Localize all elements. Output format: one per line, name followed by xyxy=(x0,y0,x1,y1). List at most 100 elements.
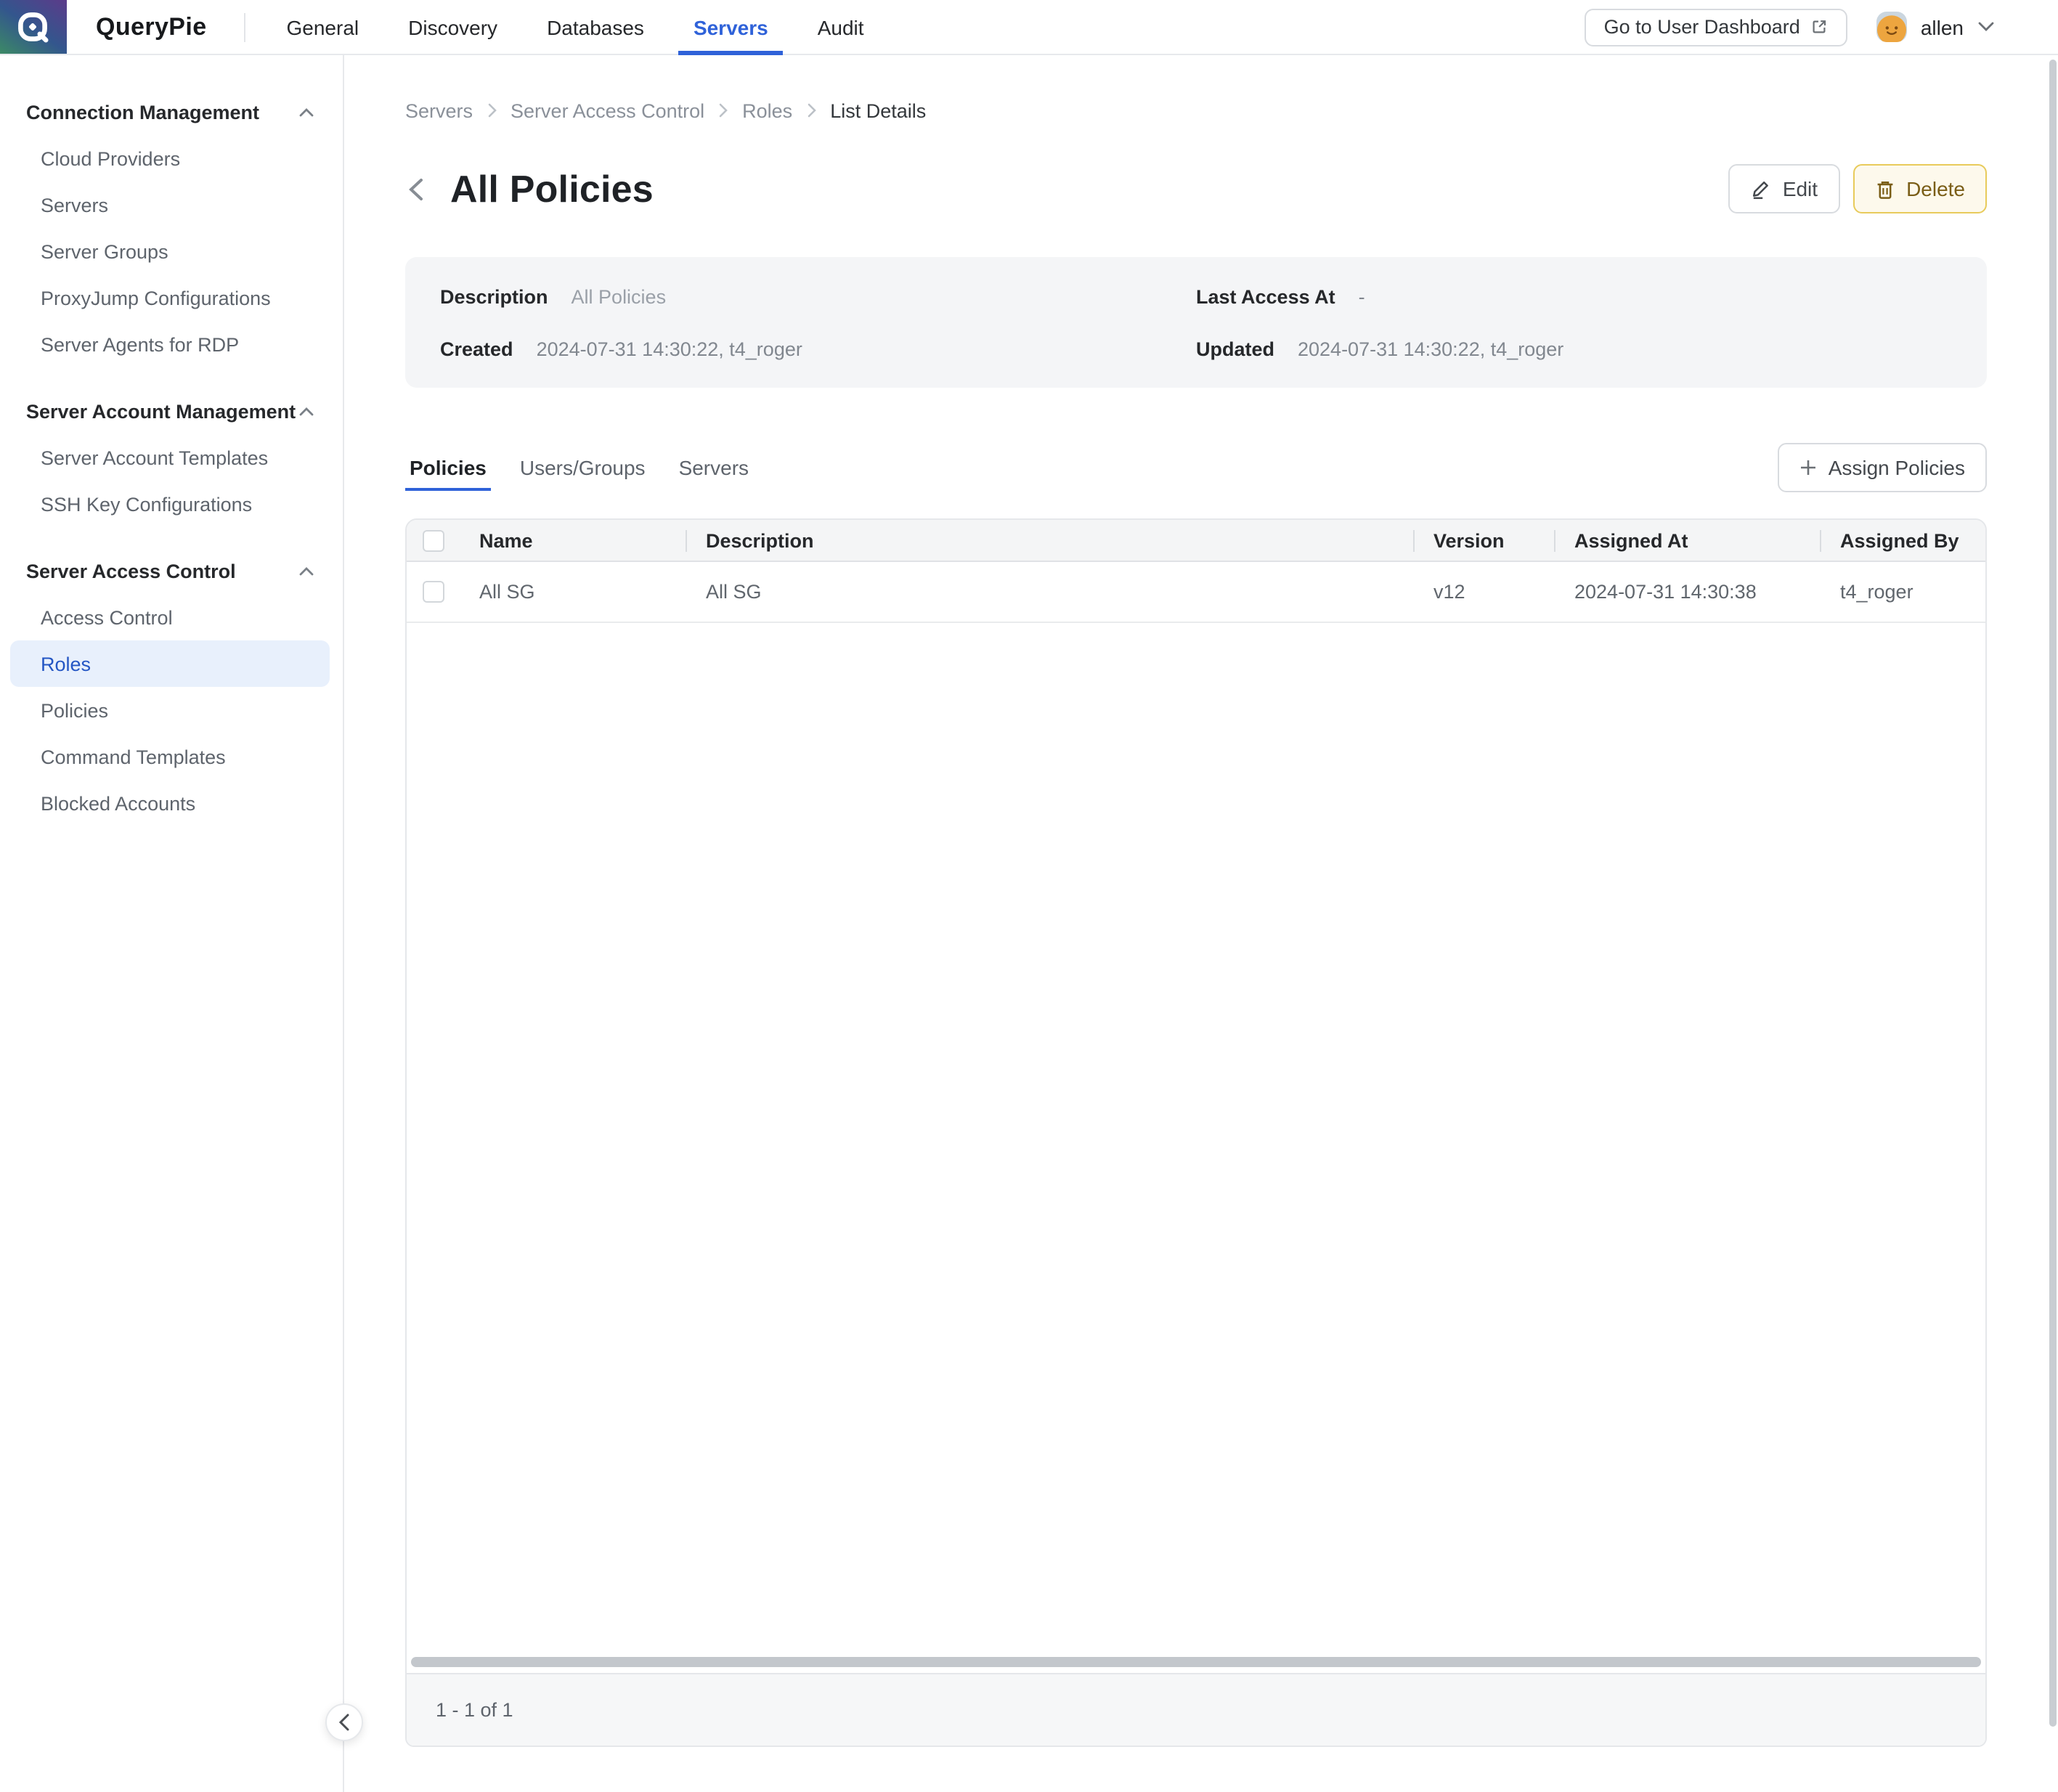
table-empty-area xyxy=(407,623,1985,1657)
row-version: v12 xyxy=(1413,562,1554,622)
column-header-version[interactable]: Version xyxy=(1413,520,1554,561)
nav-item-audit[interactable]: Audit xyxy=(818,0,864,54)
detail-description: Description All Policies xyxy=(440,282,1196,311)
sidebar-header-connection-management[interactable]: Connection Management xyxy=(0,97,343,126)
edit-button[interactable]: Edit xyxy=(1729,164,1839,213)
sidebar: Connection Management Cloud Providers Se… xyxy=(0,55,344,1792)
table-footer: 1 - 1 of 1 xyxy=(407,1673,1985,1746)
tabs: Policies Users/Groups Servers xyxy=(405,443,753,491)
row-assigned-by: t4_roger xyxy=(1820,562,1985,622)
back-button[interactable] xyxy=(405,170,437,208)
brand-title: QueryPie xyxy=(96,12,207,41)
sidebar-section-server-access-control: Server Access Control Access Control Rol… xyxy=(0,556,343,826)
breadcrumb-roles[interactable]: Roles xyxy=(742,99,792,121)
delete-button[interactable]: Delete xyxy=(1852,164,1987,213)
chevron-right-icon xyxy=(807,103,816,118)
back-icon xyxy=(405,176,426,201)
pencil-icon xyxy=(1751,178,1771,200)
nav-item-databases[interactable]: Databases xyxy=(547,0,644,54)
header-checkbox-cell xyxy=(407,520,462,561)
sidebar-header-label: Server Access Control xyxy=(26,560,236,582)
row-checkbox-cell xyxy=(407,562,462,622)
nav-item-servers[interactable]: Servers xyxy=(694,0,768,54)
sidebar-section-server-account-management: Server Account Management Server Account… xyxy=(0,396,343,527)
edit-button-label: Edit xyxy=(1783,177,1818,200)
table-row[interactable]: All SG All SG v12 2024-07-31 14:30:38 t4… xyxy=(407,562,1985,623)
updated-value: 2024-07-31 14:30:22, t4_roger xyxy=(1298,338,1563,359)
column-header-name[interactable]: Name xyxy=(462,520,686,561)
nav-item-discovery[interactable]: Discovery xyxy=(408,0,497,54)
sidebar-item-command-templates[interactable]: Command Templates xyxy=(0,733,343,780)
assign-policies-button[interactable]: Assign Policies xyxy=(1778,442,1987,492)
user-name[interactable]: allen xyxy=(1921,15,1964,38)
updated-label: Updated xyxy=(1196,338,1274,359)
sidebar-item-proxyjump-configurations[interactable]: ProxyJump Configurations xyxy=(0,274,343,321)
breadcrumb-servers[interactable]: Servers xyxy=(405,99,473,121)
chevron-up-icon xyxy=(299,566,314,576)
sidebar-item-policies[interactable]: Policies xyxy=(0,687,343,733)
description-label: Description xyxy=(440,285,548,307)
chevron-up-icon xyxy=(299,406,314,416)
go-to-user-dashboard-button[interactable]: Go to User Dashboard xyxy=(1585,8,1848,46)
horizontal-scrollbar-thumb[interactable] xyxy=(411,1657,1981,1667)
detail-updated: Updated 2024-07-31 14:30:22, t4_roger xyxy=(1196,334,1952,363)
plus-icon xyxy=(1799,458,1817,476)
sidebar-item-server-agents-for-rdp[interactable]: Server Agents for RDP xyxy=(0,321,343,367)
last-access-value: - xyxy=(1359,285,1365,307)
avatar[interactable] xyxy=(1877,12,1908,42)
horizontal-scrollbar[interactable] xyxy=(411,1657,1981,1667)
sidebar-item-server-account-templates[interactable]: Server Account Templates xyxy=(0,434,343,481)
sidebar-item-blocked-accounts[interactable]: Blocked Accounts xyxy=(0,780,343,826)
nav-item-general[interactable]: General xyxy=(287,0,359,54)
breadcrumb-list-details: List Details xyxy=(830,99,926,121)
sidebar-item-cloud-providers[interactable]: Cloud Providers xyxy=(0,135,343,182)
column-header-assigned-by[interactable]: Assigned By xyxy=(1820,520,1985,561)
chevron-right-icon xyxy=(719,103,728,118)
tabs-row: Policies Users/Groups Servers Assign Pol… xyxy=(405,443,1987,491)
sidebar-item-servers[interactable]: Servers xyxy=(0,182,343,228)
details-panel: Description All Policies Last Access At … xyxy=(405,257,1987,388)
querypie-admin-app: QueryPie General Discovery Databases Ser… xyxy=(0,0,2058,1792)
sidebar-item-ssh-key-configurations[interactable]: SSH Key Configurations xyxy=(0,481,343,527)
chevron-right-icon xyxy=(487,103,496,118)
main-content: Servers Server Access Control Roles List… xyxy=(344,55,2058,1792)
page-title-row: All Policies Edit xyxy=(405,161,1987,216)
tab-users-groups[interactable]: Users/Groups xyxy=(516,443,650,491)
tab-servers[interactable]: Servers xyxy=(675,443,753,491)
assign-policies-label: Assign Policies xyxy=(1829,455,1965,478)
select-all-checkbox[interactable] xyxy=(423,529,444,551)
chevron-up-icon xyxy=(299,107,314,117)
created-label: Created xyxy=(440,338,513,359)
policies-table: Name Description Version Assigned At Ass… xyxy=(405,518,1987,1747)
tab-policies[interactable]: Policies xyxy=(405,443,491,491)
sidebar-item-access-control[interactable]: Access Control xyxy=(0,594,343,640)
column-header-assigned-at[interactable]: Assigned At xyxy=(1554,520,1820,561)
sidebar-item-roles[interactable]: Roles xyxy=(10,640,330,687)
column-header-description[interactable]: Description xyxy=(686,520,1413,561)
sidebar-item-server-groups[interactable]: Server Groups xyxy=(0,228,343,274)
page-title: All Policies xyxy=(450,166,654,211)
row-checkbox[interactable] xyxy=(423,581,444,603)
page-scrollbar-thumb[interactable] xyxy=(2049,60,2057,1727)
detail-last-access: Last Access At - xyxy=(1196,282,1952,311)
page-actions: Edit Delete xyxy=(1729,164,1987,213)
created-value: 2024-07-31 14:30:22, t4_roger xyxy=(537,338,802,359)
breadcrumb: Servers Server Access Control Roles List… xyxy=(405,97,1987,123)
go-to-user-dashboard-label: Go to User Dashboard xyxy=(1604,16,1800,38)
sidebar-header-server-account-management[interactable]: Server Account Management xyxy=(0,396,343,425)
breadcrumb-server-access-control[interactable]: Server Access Control xyxy=(511,99,704,121)
detail-created: Created 2024-07-31 14:30:22, t4_roger xyxy=(440,334,1196,363)
sidebar-header-server-access-control[interactable]: Server Access Control xyxy=(0,556,343,585)
sidebar-collapse-button[interactable] xyxy=(325,1703,363,1741)
top-bar-right: Go to User Dashboard allen xyxy=(1585,8,1994,46)
sidebar-section-connection-management: Connection Management Cloud Providers Se… xyxy=(0,97,343,367)
chevron-down-icon[interactable] xyxy=(1978,22,1994,32)
page-scrollbar[interactable] xyxy=(2049,55,2058,1792)
row-name: All SG xyxy=(462,562,686,622)
chevron-left-icon xyxy=(338,1714,350,1731)
last-access-label: Last Access At xyxy=(1196,285,1335,307)
description-value: All Policies xyxy=(572,285,667,307)
querypie-logo-icon[interactable] xyxy=(0,0,67,54)
sidebar-header-label: Server Account Management xyxy=(26,400,296,422)
sidebar-header-label: Connection Management xyxy=(26,101,259,123)
